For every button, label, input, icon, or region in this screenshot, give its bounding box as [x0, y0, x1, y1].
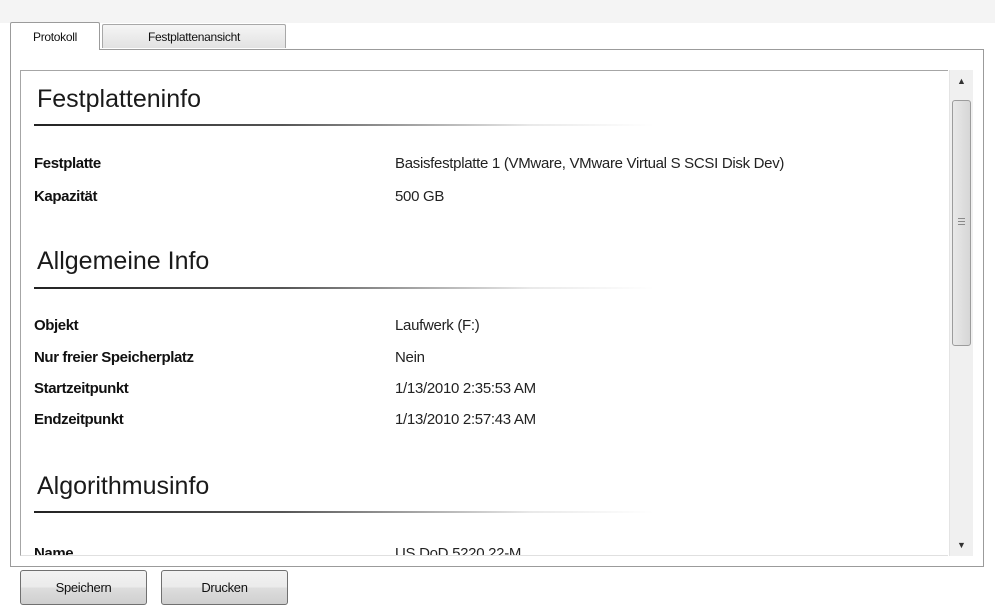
- scrollbar-grip-icon: [958, 218, 965, 227]
- row-value-endzeitpunkt: 1/13/2010 2:57:43 AM: [395, 411, 536, 428]
- section-title-allgemeine-info: Allgemeine Info: [37, 247, 210, 275]
- row-value-startzeitpunkt: 1/13/2010 2:35:53 AM: [395, 380, 536, 397]
- row-label-startzeitpunkt: Startzeitpunkt: [34, 380, 129, 397]
- section-divider: [34, 511, 654, 513]
- row-label-endzeitpunkt: Endzeitpunkt: [34, 411, 124, 428]
- tab-protokoll[interactable]: Protokoll: [10, 22, 100, 50]
- section-divider: [34, 124, 654, 126]
- window-top-band: [0, 0, 995, 23]
- row-value-objekt: Laufwerk (F:): [395, 317, 480, 334]
- scrollbar-thumb[interactable]: [952, 100, 971, 346]
- section-title-festplatteninfo: Festplatteninfo: [37, 85, 201, 113]
- row-label-festplatte: Festplatte: [34, 155, 101, 172]
- section-title-algorithmusinfo: Algorithmusinfo: [37, 472, 210, 500]
- row-value-kapazitaet: 500 GB: [395, 188, 445, 205]
- tab-festplattenansicht[interactable]: Festplattenansicht: [102, 24, 286, 48]
- report-view[interactable]: Festplatteninfo Festplatte Basisfestplat…: [20, 70, 948, 556]
- row-label-kapazitaet: Kapazität: [34, 188, 98, 205]
- print-button[interactable]: Drucken: [161, 570, 288, 605]
- section-divider: [34, 287, 654, 289]
- scroll-up-arrow-icon[interactable]: ▲: [950, 70, 973, 92]
- row-label-name: Name: [34, 545, 74, 556]
- save-button[interactable]: Speichern: [20, 570, 147, 605]
- row-label-objekt: Objekt: [34, 317, 79, 334]
- row-label-nur-freier-speicherplatz: Nur freier Speicherplatz: [34, 349, 194, 366]
- row-value-name: US DoD 5220.22-M: [395, 545, 522, 556]
- row-value-festplatte: Basisfestplatte 1 (VMware, VMware Virtua…: [395, 155, 785, 172]
- scroll-down-arrow-icon[interactable]: ▼: [950, 534, 973, 556]
- vertical-scrollbar[interactable]: ▲ ▼: [949, 70, 973, 556]
- row-value-nur-freier-speicherplatz: Nein: [395, 349, 425, 366]
